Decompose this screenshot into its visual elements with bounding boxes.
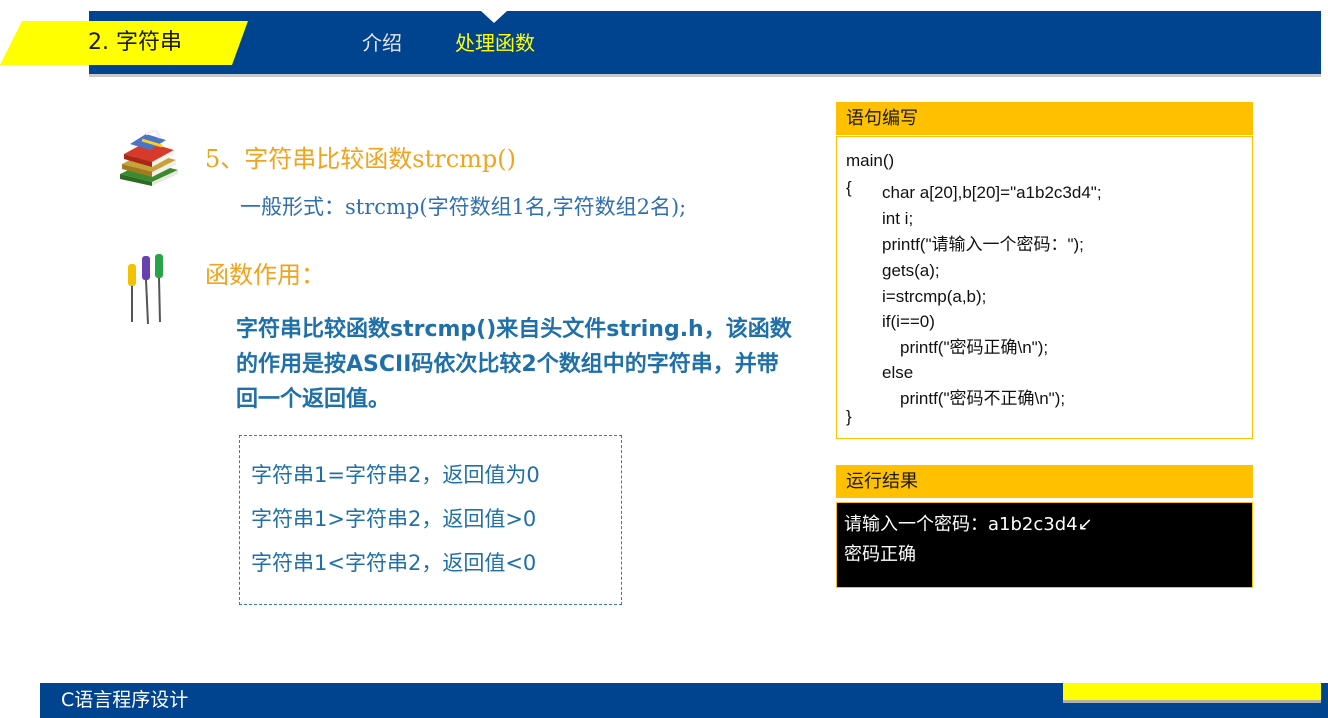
code-line: printf("请输入一个密码："); [882,235,1084,254]
code-line: i=strcmp(a,b); [882,287,987,306]
footer-accent-shadow [1063,700,1321,703]
code-line: gets(a); [882,261,940,280]
screwdrivers-icon [128,254,163,325]
strcmp-heading: 5、字符串比较函数strcmp() [205,145,516,173]
code-line: { [846,178,852,197]
books-icon [120,130,178,186]
code-line: if(i==0) [882,312,935,331]
footer-accent [1063,683,1321,700]
code-line: printf("密码正确\n"); [900,338,1049,357]
result-panel-title: 运行结果 [836,465,1253,498]
general-form-text: 一般形式：strcmp(字符数组1名,字符数组2名); [240,195,687,219]
function-purpose-heading: 函数作用： [205,261,325,289]
tab-intro[interactable]: 介绍 [362,28,402,58]
code-line: } [846,407,852,426]
code-panel: main() { char a[20],b[20]="a1b2c3d4"; in… [836,136,1253,439]
rule-equal: 字符串1=字符串2，返回值为0 [251,463,540,487]
code-line: printf("密码不正确\n"); [900,389,1066,408]
code-line: main() [846,151,895,170]
section-title: 2. 字符串 [88,30,182,55]
function-description: 字符串比较函数strcmp()来自头文件string.h，该函数的作用是按ASC… [236,317,792,412]
top-banner [89,11,1321,74]
rule-less: 字符串1<字符串2，返回值<0 [251,551,537,575]
result-line: 密码正确 [844,544,916,565]
code-line: else [882,363,914,382]
result-console: 请输入一个密码：a1b2c3d4↙ 密码正确 [836,502,1253,588]
result-line: 请输入一个密码：a1b2c3d4↙ [844,514,1093,535]
rule-greater: 字符串1>字符串2，返回值>0 [251,507,537,531]
active-tab-indicator [481,11,507,23]
code-panel-title: 语句编写 [836,102,1253,135]
tab-processing-functions[interactable]: 处理函数 [455,28,535,58]
code-line: int i; [882,209,914,228]
top-banner-shadow [89,74,1321,77]
return-value-rules-box: 字符串1=字符串2，返回值为0 字符串1>字符串2，返回值>0 字符串1<字符串… [239,435,622,605]
code-line: char a[20],b[20]="a1b2c3d4"; [882,183,1102,202]
course-title: C语言程序设计 [61,689,189,711]
